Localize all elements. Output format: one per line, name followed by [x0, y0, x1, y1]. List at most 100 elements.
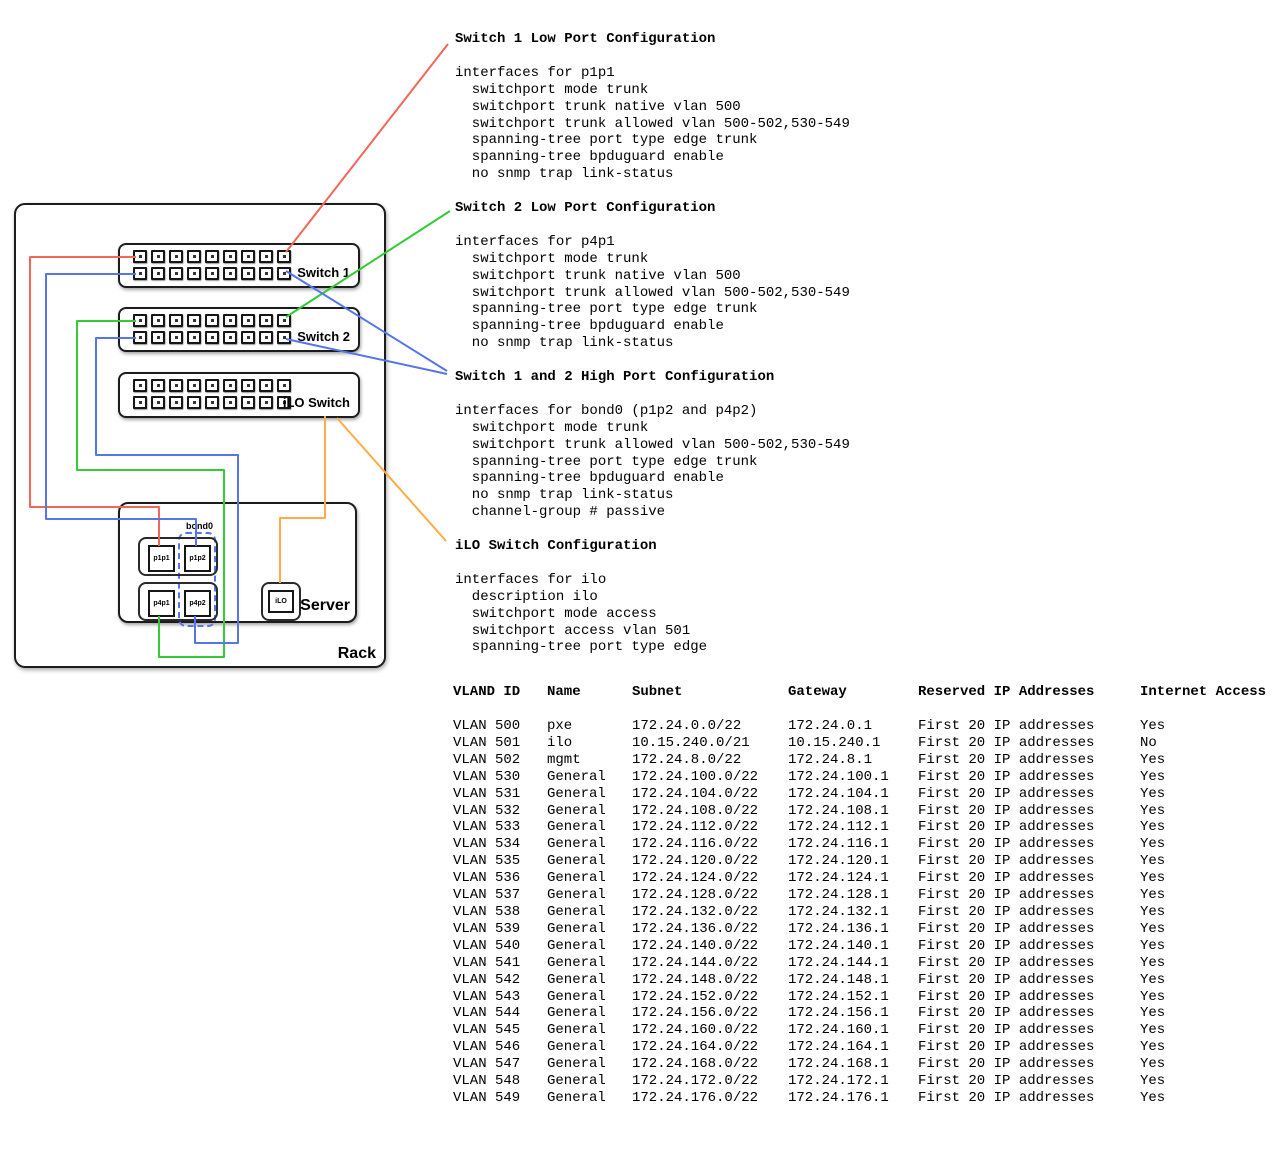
vlan-id-cell: VLAN 537 — [453, 887, 547, 904]
name-cell: General — [547, 1056, 632, 1073]
config-line: no snmp trap link-status — [455, 166, 850, 183]
vlan-table-row: VLAN 539 General 172.24.136.0/22 172.24.… — [453, 921, 1280, 938]
vlan-table-row: VLAN 533 General 172.24.112.0/22 172.24.… — [453, 819, 1280, 836]
vlan-table-row: VLAN 543 General 172.24.152.0/22 172.24.… — [453, 989, 1280, 1006]
switch-port — [223, 314, 237, 327]
config-line: spanning-tree port type edge trunk — [455, 301, 850, 318]
name-cell: ilo — [547, 735, 632, 752]
name-cell: General — [547, 921, 632, 938]
port-dot — [211, 384, 214, 387]
vlan-table-row: VLAN 501 ilo 10.15.240.0/21 10.15.240.1 … — [453, 735, 1280, 752]
switch-port — [223, 267, 237, 280]
vlan-id-cell: VLAN 531 — [453, 786, 547, 803]
port-p1p2: p1p2 — [184, 545, 211, 572]
switch-port — [241, 331, 255, 344]
port-dot — [139, 319, 142, 322]
config-line: description ilo — [455, 589, 707, 606]
name-cell: General — [547, 803, 632, 820]
reserved-ip-cell: First 20 IP addresses — [918, 1039, 1140, 1056]
port-dot — [157, 384, 160, 387]
config-line: spanning-tree bpduguard enable — [455, 318, 850, 335]
switch-port-row — [133, 331, 291, 344]
subnet-cell: 172.24.116.0/22 — [632, 836, 788, 853]
port-dot — [247, 336, 250, 339]
switch-port — [223, 331, 237, 344]
vlan-table-row: VLAN 502 mgmt 172.24.8.0/22 172.24.8.1 F… — [453, 752, 1280, 769]
bond0-label: bond0 — [186, 521, 213, 531]
gateway-cell: 10.15.240.1 — [788, 735, 918, 752]
reserved-ip-cell: First 20 IP addresses — [918, 853, 1140, 870]
reserved-ip-cell: First 20 IP addresses — [918, 989, 1140, 1006]
switch-port — [241, 250, 255, 263]
port-dot — [157, 319, 160, 322]
vlan-table-row: VLAN 536 General 172.24.124.0/22 172.24.… — [453, 870, 1280, 887]
name-cell: General — [547, 1005, 632, 1022]
subnet-cell: 172.24.8.0/22 — [632, 752, 788, 769]
switch-port — [133, 396, 147, 409]
gateway-cell: 172.24.112.1 — [788, 819, 918, 836]
name-cell: pxe — [547, 718, 632, 735]
name-cell: General — [547, 989, 632, 1006]
subnet-cell: 10.15.240.0/21 — [632, 735, 788, 752]
vlan-table-row: VLAN 546 General 172.24.164.0/22 172.24.… — [453, 1039, 1280, 1056]
vlan-id-cell: VLAN 543 — [453, 989, 547, 1006]
switch-port-row — [133, 379, 291, 392]
subnet-cell: 172.24.100.0/22 — [632, 769, 788, 786]
switch-port — [259, 331, 273, 344]
vlan-table-body: VLAN 500 pxe 172.24.0.0/22 172.24.0.1 Fi… — [453, 718, 1280, 1107]
port-p4p2: p4p2 — [184, 590, 211, 617]
switch-port — [205, 396, 219, 409]
gateway-cell: 172.24.100.1 — [788, 769, 918, 786]
port-dot — [229, 401, 232, 404]
vlan-id-cell: VLAN 548 — [453, 1073, 547, 1090]
subnet-cell: 172.24.144.0/22 — [632, 955, 788, 972]
switch-port — [241, 379, 255, 392]
port-dot — [229, 384, 232, 387]
vlan-table-row: VLAN 532 General 172.24.108.0/22 172.24.… — [453, 803, 1280, 820]
vlan-table-row: VLAN 535 General 172.24.120.0/22 172.24.… — [453, 853, 1280, 870]
config-line: switchport trunk allowed vlan 500-502,53… — [455, 116, 850, 133]
switch-port — [133, 314, 147, 327]
port-dot — [211, 272, 214, 275]
col-header-reserved: Reserved IP Addresses — [918, 684, 1140, 701]
internet-access-cell: Yes — [1140, 989, 1280, 1006]
port-dot — [139, 336, 142, 339]
vlan-id-cell: VLAN 501 — [453, 735, 547, 752]
port-dot — [211, 255, 214, 258]
internet-access-cell: Yes — [1140, 853, 1280, 870]
config-high-ports: Switch 1 and 2 High Port Configuration i… — [455, 369, 850, 521]
vlan-id-cell: VLAN 500 — [453, 718, 547, 735]
port-dot — [283, 336, 286, 339]
vlan-table-row: VLAN 544 General 172.24.156.0/22 172.24.… — [453, 1005, 1280, 1022]
vlan-table-row: VLAN 534 General 172.24.116.0/22 172.24.… — [453, 836, 1280, 853]
port-dot — [283, 319, 286, 322]
port-dot — [247, 272, 250, 275]
config-title: Switch 1 Low Port Configuration — [455, 31, 850, 48]
gateway-cell: 172.24.104.1 — [788, 786, 918, 803]
col-header-internet: Internet Access — [1140, 684, 1280, 701]
switch-port — [205, 267, 219, 280]
switch-port-row — [133, 314, 291, 327]
col-header-gateway: Gateway — [788, 684, 918, 701]
rack-label: Rack — [338, 645, 376, 663]
subnet-cell: 172.24.172.0/22 — [632, 1073, 788, 1090]
switch-port — [169, 396, 183, 409]
vlan-id-cell: VLAN 545 — [453, 1022, 547, 1039]
vlan-id-cell: VLAN 542 — [453, 972, 547, 989]
port-dot — [139, 272, 142, 275]
config-line: switchport access vlan 501 — [455, 623, 707, 640]
col-header-vlan-id: VLAND ID — [453, 684, 547, 701]
gateway-cell: 172.24.160.1 — [788, 1022, 918, 1039]
subnet-cell: 172.24.112.0/22 — [632, 819, 788, 836]
gateway-cell: 172.24.172.1 — [788, 1073, 918, 1090]
vlan-id-cell: VLAN 544 — [453, 1005, 547, 1022]
gateway-cell: 172.24.8.1 — [788, 752, 918, 769]
switch-port-row — [133, 250, 291, 263]
subnet-cell: 172.24.168.0/22 — [632, 1056, 788, 1073]
config-body: interfaces for p4p1 switchport mode trun… — [455, 234, 850, 352]
config-line: no snmp trap link-status — [455, 487, 850, 504]
internet-access-cell: Yes — [1140, 786, 1280, 803]
subnet-cell: 172.24.104.0/22 — [632, 786, 788, 803]
reserved-ip-cell: First 20 IP addresses — [918, 735, 1140, 752]
reserved-ip-cell: First 20 IP addresses — [918, 870, 1140, 887]
